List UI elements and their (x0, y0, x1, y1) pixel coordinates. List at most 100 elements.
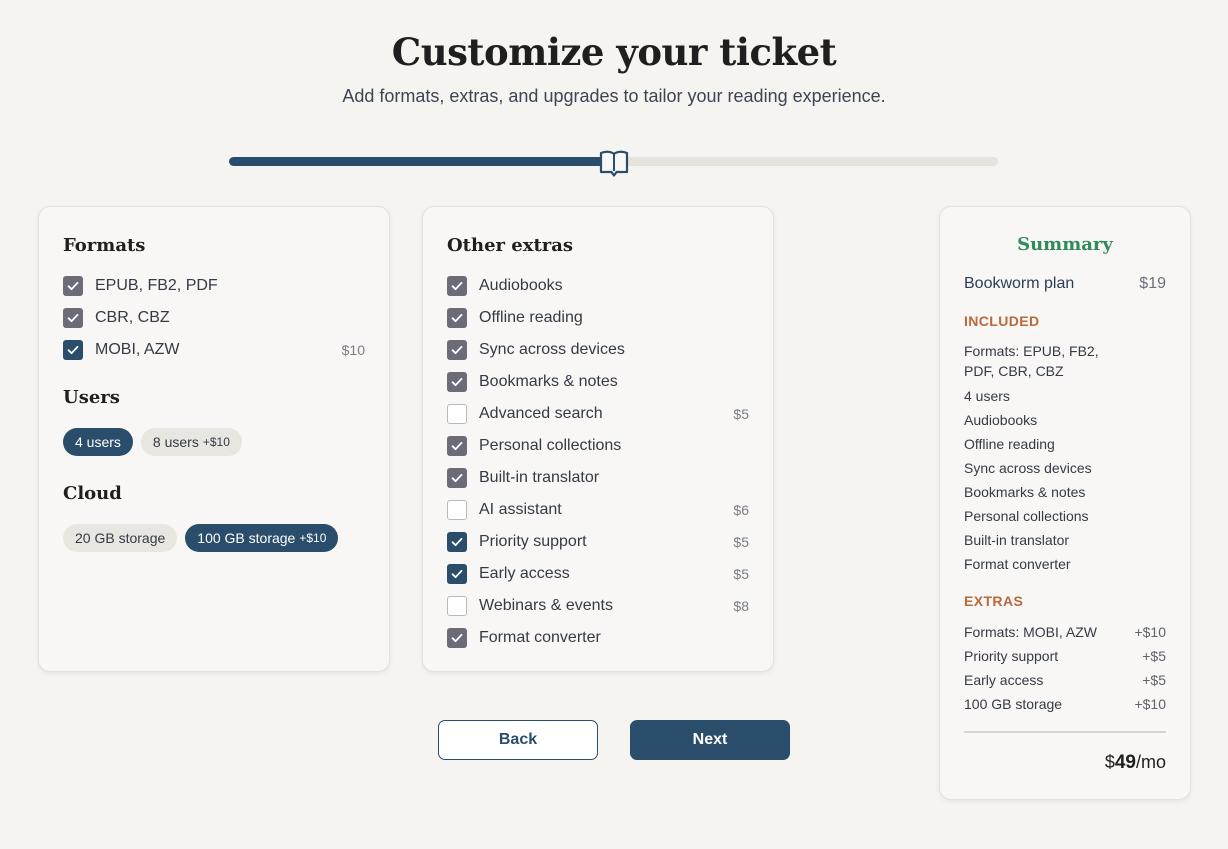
extra-name: Priority support (964, 648, 1059, 664)
option-pill[interactable]: 8 users +$10 (140, 428, 242, 456)
checkbox-label: Personal collections (479, 437, 622, 454)
checkbox-row[interactable]: Format converter (447, 627, 749, 649)
summary-card: Summary Bookworm plan $19 INCLUDED Forma… (939, 206, 1191, 800)
checkbox-row[interactable]: Built-in translator (447, 467, 749, 489)
option-pill[interactable]: 4 users (63, 428, 133, 456)
checkbox-row[interactable]: Audiobooks (447, 275, 749, 297)
total-price: $49/mo (1105, 752, 1166, 774)
pill-label: 100 GB storage (197, 530, 296, 546)
checkbox-checked[interactable] (447, 276, 467, 296)
check-icon (451, 633, 463, 643)
extra-name: Formats: MOBI, AZW (964, 624, 1098, 640)
checkbox-row[interactable]: Priority support $5 (447, 531, 749, 553)
extras-card: Other extras Audiobooks Offline reading Sy… (422, 206, 774, 672)
included-item: Personal collections (964, 508, 1089, 524)
extras-heading: Other extras (447, 235, 574, 256)
checkbox-label: Format converter (479, 629, 601, 646)
option-price: $5 (733, 566, 749, 582)
check-icon (67, 345, 79, 355)
checkbox-row[interactable]: Advanced search $5 (447, 403, 749, 425)
checkbox-checked[interactable] (447, 628, 467, 648)
checkbox-row[interactable]: MOBI, AZW $10 (63, 339, 365, 361)
checkbox-label: Offline reading (479, 309, 583, 326)
plan-row: Bookworm plan $19 (964, 275, 1166, 293)
extra-line: 100 GB storage +$10 (964, 694, 1166, 714)
checkbox-row[interactable]: Early access $5 (447, 563, 749, 585)
check-icon (451, 281, 463, 291)
extra-amount: +$10 (1134, 696, 1166, 712)
checkbox-unchecked[interactable] (447, 500, 467, 520)
users-heading: Users (63, 387, 120, 408)
checkbox-row[interactable]: AI assistant $6 (447, 499, 749, 521)
checkbox-checked[interactable] (447, 340, 467, 360)
pill-label: 20 GB storage (75, 530, 166, 546)
checkbox-row[interactable]: CBR, CBZ (63, 307, 365, 329)
checkbox-checked[interactable] (447, 308, 467, 328)
option-pill[interactable]: 100 GB storage +$10 (185, 524, 339, 552)
plan-name: Bookworm plan (964, 275, 1075, 292)
checkbox-checked[interactable] (447, 564, 467, 584)
extra-amount: +$5 (1142, 672, 1166, 688)
check-icon (67, 313, 79, 323)
included-item: 4 users (964, 388, 1010, 404)
included-item: Audiobooks (964, 412, 1038, 428)
pill-label: 8 users (152, 434, 199, 450)
page-subtitle: Add formats, extras, and upgrades to tai… (342, 86, 886, 106)
checkbox-label: EPUB, FB2, PDF (95, 277, 218, 294)
checkbox-label: Priority support (479, 533, 587, 550)
total-symbol: $ (1104, 752, 1115, 772)
checkbox-row[interactable]: EPUB, FB2, PDF (63, 275, 365, 297)
extra-line: Formats: MOBI, AZW +$10 (964, 622, 1166, 642)
pill-surcharge: +$10 (202, 435, 230, 449)
formats-card: Formats EPUB, FB2, PDF CBR, CBZ MOBI, AZW $… (38, 206, 390, 672)
extra-name: Early access (964, 672, 1044, 688)
pill-surcharge: +$10 (299, 531, 327, 545)
checkbox-label: Sync across devices (479, 341, 625, 358)
checkbox-label: Built-in translator (479, 469, 600, 486)
total-period: /mo (1135, 752, 1166, 772)
checkbox-row[interactable]: Webinars & events $8 (447, 595, 749, 617)
extra-name: 100 GB storage (964, 696, 1063, 712)
checkbox-label: CBR, CBZ (95, 309, 170, 326)
checkbox-checked[interactable] (447, 436, 467, 456)
option-price: $8 (733, 598, 749, 614)
extra-amount: +$5 (1142, 648, 1166, 664)
check-icon (451, 345, 463, 355)
check-icon (67, 281, 79, 291)
page-title: Customize your ticket (391, 30, 837, 74)
check-icon (451, 537, 463, 547)
option-pill[interactable]: 20 GB storage (63, 524, 178, 552)
progress-fill (229, 157, 614, 166)
pill-label: 4 users (75, 434, 121, 450)
included-item: Bookmarks & notes (964, 484, 1086, 500)
back-button[interactable]: Back (438, 720, 598, 760)
checkbox-row[interactable]: Bookmarks & notes (447, 371, 749, 393)
checkbox-unchecked[interactable] (447, 404, 467, 424)
extras-label: EXTRAS (964, 593, 1024, 609)
checkbox-row[interactable]: Personal collections (447, 435, 749, 457)
checkbox-row[interactable]: Sync across devices (447, 339, 749, 361)
option-price: $5 (733, 406, 749, 422)
checkbox-label: Advanced search (479, 405, 603, 422)
checkbox-label: Audiobooks (479, 277, 563, 294)
total-value: 49 (1114, 752, 1136, 773)
included-item: Built-in translator (964, 532, 1070, 548)
next-button[interactable]: Next (630, 720, 790, 760)
plan-price: $19 (1139, 275, 1166, 292)
checkbox-label: MOBI, AZW (95, 341, 180, 358)
checkbox-label: Bookmarks & notes (479, 373, 618, 390)
checkbox-label: AI assistant (479, 501, 562, 518)
checkbox-checked[interactable] (447, 372, 467, 392)
check-icon (451, 569, 463, 579)
checkbox-checked[interactable] (447, 532, 467, 552)
checkbox-checked[interactable] (63, 340, 83, 360)
checkbox-checked[interactable] (63, 276, 83, 296)
checkbox-checked[interactable] (63, 308, 83, 328)
included-label: INCLUDED (964, 313, 1040, 329)
included-item: Offline reading (964, 436, 1055, 452)
checkbox-row[interactable]: Offline reading (447, 307, 749, 329)
progress-handle[interactable] (599, 149, 629, 177)
checkbox-unchecked[interactable] (447, 596, 467, 616)
checkbox-label: Early access (479, 565, 570, 582)
checkbox-checked[interactable] (447, 468, 467, 488)
